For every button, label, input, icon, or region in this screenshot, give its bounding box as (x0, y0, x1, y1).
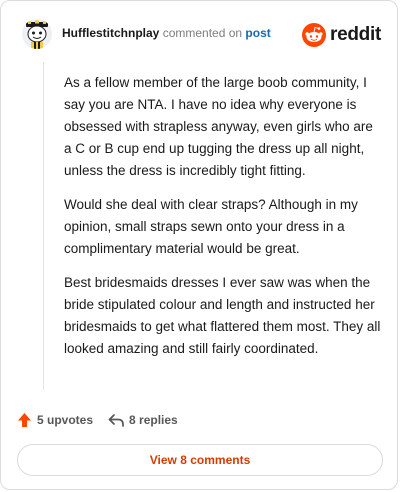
upvotes-stat[interactable]: 5 upvotes (17, 412, 93, 428)
post-link[interactable]: post (245, 26, 270, 40)
comment-paragraph: As a fellow member of the large boob com… (64, 75, 373, 178)
replies-stat[interactable]: 8 replies (108, 413, 178, 427)
replies-label: 8 replies (129, 413, 178, 427)
reply-arrow-icon (108, 413, 129, 427)
user-avatar[interactable] (22, 19, 52, 49)
reddit-wordmark: reddit (330, 24, 381, 45)
username-link[interactable]: Hufflestitchnplay (62, 26, 159, 40)
action-text: commented on (162, 26, 243, 40)
comment-header: Hufflestitchnplay commented on post redd… (22, 19, 383, 51)
comment-body: As a fellow member of the large boob com… (64, 72, 384, 372)
view-comments-button[interactable]: View 8 comments (17, 444, 383, 476)
comment-paragraph: Best bridesmaids dresses I ever saw was … (64, 275, 381, 356)
upvotes-label: 5 upvotes (37, 413, 94, 427)
comment-embed-card: Hufflestitchnplay commented on post redd… (0, 0, 398, 490)
comment-paragraph: Would she deal with clear straps? Althou… (64, 197, 358, 256)
comment-stats: 5 upvotes 8 replies (17, 411, 178, 429)
reddit-logo[interactable]: reddit (302, 21, 381, 49)
comment-thread-line: As a fellow member of the large boob com… (43, 62, 380, 390)
upvote-arrow-icon (17, 412, 37, 428)
reddit-snoo-icon (302, 23, 327, 47)
comment-meta: Hufflestitchnplay commented on post (62, 26, 271, 40)
